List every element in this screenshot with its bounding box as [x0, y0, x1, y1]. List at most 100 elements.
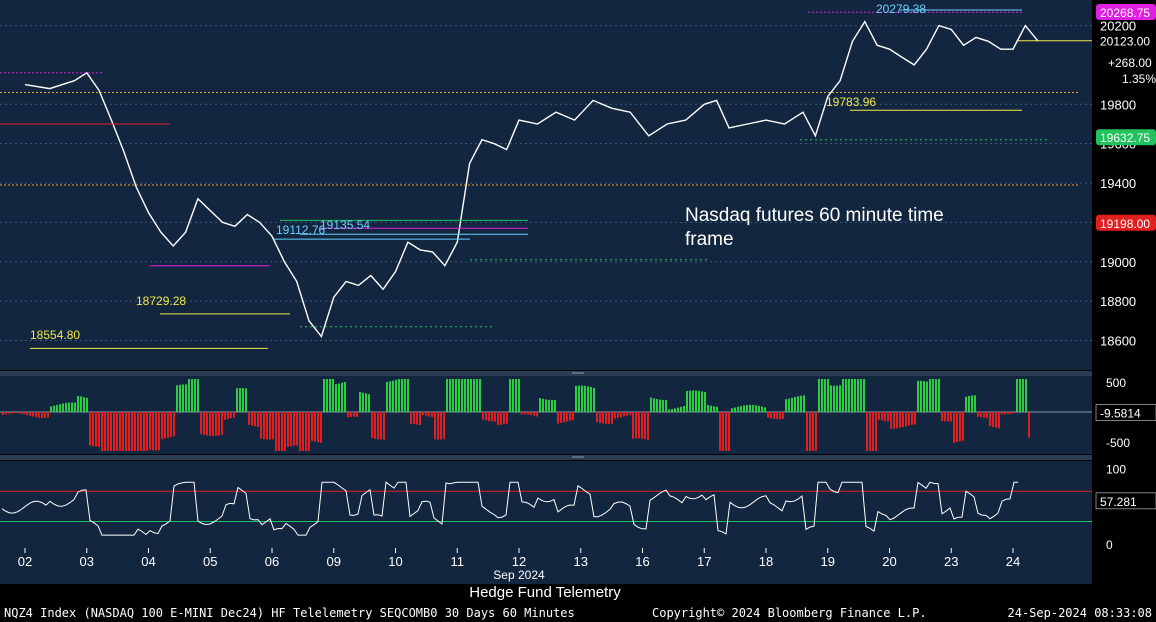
- osc-bar: [341, 382, 343, 412]
- osc-bar: [413, 412, 415, 425]
- osc-bar: [362, 392, 364, 412]
- osc-bar: [107, 412, 109, 451]
- osc-bar: [653, 398, 655, 412]
- osc-bar: [782, 412, 784, 419]
- osc-bar: [143, 412, 145, 451]
- panel-separator-0: [0, 371, 1092, 376]
- chart-stage: 1860018800190001920019400196001980020200…: [0, 0, 1156, 622]
- osc-bar: [569, 412, 571, 421]
- osc-bar: [302, 412, 304, 451]
- osc-bar: [101, 412, 103, 451]
- osc-bar: [380, 412, 382, 440]
- footer-timestamp: 24-Sep-2024 08:33:08: [1007, 606, 1153, 620]
- x-tick-label: 10: [388, 554, 402, 569]
- x-tick-label: 06: [265, 554, 279, 569]
- osc-bar: [767, 412, 769, 418]
- x-tick-label: 09: [327, 554, 341, 569]
- osc-bar: [335, 384, 337, 412]
- osc-bar: [392, 380, 394, 412]
- osc-bar: [80, 396, 82, 412]
- osc-bar: [146, 412, 148, 451]
- osc-bar: [923, 381, 925, 412]
- x-tick-label: 12: [512, 554, 526, 569]
- osc-bar: [770, 412, 772, 419]
- osc-bar: [521, 412, 523, 415]
- osc-bar: [323, 379, 325, 412]
- osc-bar: [743, 405, 745, 412]
- osc-bar: [491, 412, 493, 422]
- osc-bar: [953, 412, 955, 443]
- osc-bar: [320, 412, 322, 443]
- osc-bar: [791, 397, 793, 412]
- osc-bar: [668, 409, 670, 412]
- osc-bar: [833, 385, 835, 412]
- osc-bar: [938, 379, 940, 412]
- osc-bar: [287, 412, 289, 447]
- osc-bar: [995, 412, 997, 428]
- osc-bar: [656, 399, 658, 412]
- osc-bar: [836, 385, 838, 412]
- osc-bar: [218, 412, 220, 436]
- osc-bar: [359, 392, 361, 412]
- osc-bar: [167, 412, 169, 438]
- osc-bar: [623, 412, 625, 417]
- osc-bar: [257, 412, 259, 428]
- osc-bar: [614, 412, 616, 419]
- x-tick-label: 11: [451, 554, 465, 569]
- osc-bar: [47, 412, 49, 418]
- osc-bar: [809, 412, 811, 451]
- x-tick-label: 19: [821, 554, 835, 569]
- osc-bar: [785, 399, 787, 412]
- x-tick-label: 02: [18, 554, 32, 569]
- osc-bar: [575, 385, 577, 412]
- osc-bar: [344, 382, 346, 412]
- osc-bar: [692, 390, 694, 412]
- osc-bar: [134, 412, 136, 451]
- osc-bar: [332, 379, 334, 412]
- osc-bar: [314, 412, 316, 442]
- osc-tick-label: -500: [1106, 436, 1130, 450]
- x-tick-label: 03: [80, 554, 94, 569]
- osc-bar: [77, 395, 79, 412]
- osc-bar: [959, 412, 961, 442]
- osc-bar: [638, 412, 640, 439]
- osc-bar: [557, 412, 559, 424]
- osc-bar: [935, 379, 937, 412]
- osc-bar: [842, 379, 844, 412]
- osc-bar: [185, 384, 187, 412]
- chart-annotation: Nasdaq futures 60 minute time frame: [685, 205, 944, 250]
- osc-bar: [374, 412, 376, 439]
- osc-bar: [944, 412, 946, 422]
- osc-bar: [500, 412, 502, 425]
- osc-bar: [869, 412, 871, 451]
- osc-bar: [35, 412, 37, 418]
- osc-bar: [200, 412, 202, 435]
- osc-bar: [176, 385, 178, 412]
- osc-bar: [338, 383, 340, 412]
- osc-bar: [41, 412, 43, 418]
- osc-bar: [989, 412, 991, 427]
- osc-bar: [674, 408, 676, 412]
- osc-bar: [854, 379, 856, 412]
- osc-bar: [740, 405, 742, 412]
- osc-bar: [83, 397, 85, 412]
- osc-bar: [293, 412, 295, 446]
- osc-bar: [725, 412, 727, 451]
- price-tick-label: 20200: [1100, 19, 1136, 34]
- osc-bar: [773, 412, 775, 419]
- osc-bar: [59, 404, 61, 412]
- footer-security: NQZ4 Index (NASDAQ 100 E-MINI Dec24) HF …: [4, 606, 575, 620]
- osc-bar: [248, 412, 250, 425]
- osc-bar: [245, 388, 247, 412]
- osc-bar: [758, 405, 760, 412]
- osc-bar: [857, 379, 859, 412]
- osc-bar: [824, 379, 826, 412]
- price-tag: 19632.75: [1096, 129, 1156, 146]
- osc-bar: [722, 412, 724, 451]
- osc-bar: [446, 379, 448, 412]
- price-tag-label: 19198.00: [1100, 217, 1150, 231]
- osc-bar: [170, 412, 172, 438]
- osc-bar: [698, 390, 700, 412]
- osc-bar: [950, 412, 952, 422]
- osc-bar: [860, 379, 862, 412]
